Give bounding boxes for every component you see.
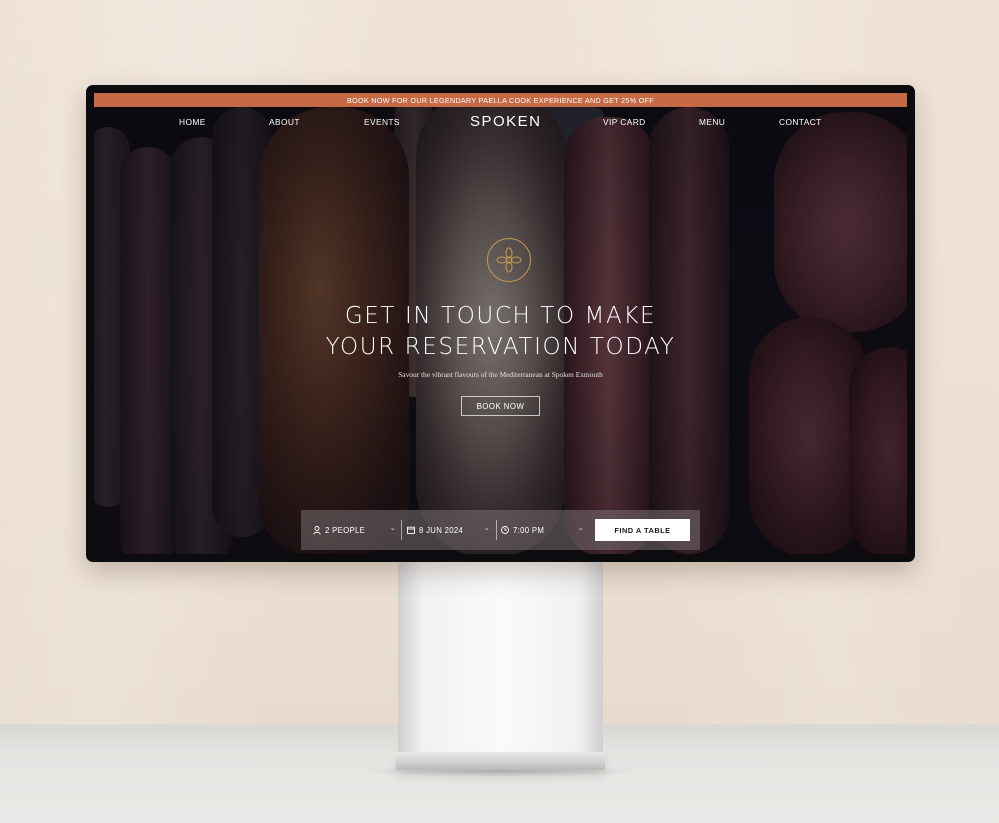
hero-headline: GET IN TOUCH TO MAKE YOUR RESERVATION TO… — [94, 301, 907, 363]
monitor-stand — [398, 560, 603, 760]
monitor: BOOK NOW FOR OUR LEGENDARY PAELLA COOK E… — [86, 85, 915, 562]
date-select[interactable]: 8 JUN 2024 ⌄ — [407, 510, 495, 550]
nav-vip-card[interactable]: VIP CARD — [603, 117, 646, 127]
main-nav: HOME ABOUT EVENTS SPOKEN VIP CARD MENU C… — [94, 107, 907, 137]
chevron-down-icon: ⌄ — [577, 525, 584, 532]
hero-subline: Savour the vibrant flavours of the Medit… — [398, 370, 603, 379]
nav-contact[interactable]: CONTACT — [779, 117, 822, 127]
hero-headline-line2: YOUR RESERVATION TODAY — [325, 334, 676, 360]
clock-icon — [501, 526, 509, 534]
field-divider — [401, 520, 402, 540]
person-icon — [313, 525, 321, 535]
book-now-button[interactable]: BOOK NOW — [461, 396, 540, 416]
people-select[interactable]: 2 PEOPLE ⌄ — [313, 510, 401, 550]
time-select[interactable]: 7:00 PM ⌄ — [501, 510, 589, 550]
nav-about[interactable]: ABOUT — [269, 117, 300, 127]
date-value: 8 JUN 2024 — [419, 525, 464, 535]
site-logo[interactable]: SPOKEN — [470, 113, 542, 130]
find-a-table-button[interactable]: FIND A TABLE — [595, 519, 690, 541]
booking-bar: 2 PEOPLE ⌄ 8 JUN 2024 ⌄ 7:00 PM ⌄ FIND A… — [301, 510, 700, 550]
chevron-down-icon: ⌄ — [483, 525, 490, 532]
flower-emblem-icon — [487, 238, 531, 282]
nav-events[interactable]: EVENTS — [364, 117, 400, 127]
promo-banner[interactable]: BOOK NOW FOR OUR LEGENDARY PAELLA COOK E… — [94, 93, 907, 107]
nav-home[interactable]: HOME — [179, 117, 206, 127]
chevron-down-icon: ⌄ — [389, 525, 396, 532]
calendar-icon — [407, 526, 415, 534]
website-screen: BOOK NOW FOR OUR LEGENDARY PAELLA COOK E… — [94, 93, 907, 554]
field-divider — [496, 520, 497, 540]
time-value: 7:00 PM — [513, 525, 545, 535]
people-value: 2 PEOPLE — [325, 525, 366, 535]
hero-headline-line1: GET IN TOUCH TO MAKE — [344, 303, 657, 329]
nav-menu[interactable]: MENU — [699, 117, 725, 127]
monitor-stand-base — [396, 752, 605, 770]
